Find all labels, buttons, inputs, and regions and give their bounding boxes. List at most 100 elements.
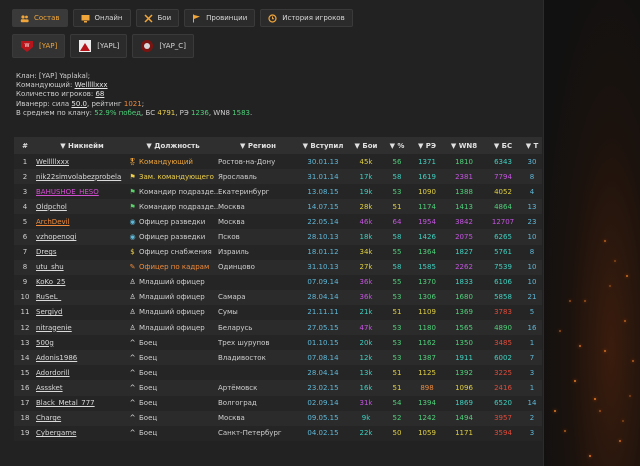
- row-number: 17: [14, 395, 36, 411]
- tab-battles[interactable]: Бои: [135, 9, 180, 27]
- player-nick[interactable]: Dregs: [36, 244, 128, 260]
- wn8-rating: 1096: [444, 380, 484, 396]
- spark-decoration: [614, 260, 616, 262]
- player-nick[interactable]: nitragenie: [36, 320, 128, 336]
- ivanerr-rating: 1021: [123, 99, 142, 108]
- main-panel: Состав Онлайн Бои Провинции История игро…: [0, 0, 544, 466]
- player-nick[interactable]: ArchDevil: [36, 214, 128, 230]
- player-role: $ Офицер снабжения: [128, 244, 218, 260]
- join-date: 30.01.13: [298, 154, 348, 170]
- role-label: Боец: [139, 399, 158, 408]
- role-label: Младший офицер: [139, 323, 205, 332]
- player-region: Сумы: [218, 304, 298, 321]
- tanks-count: 5: [522, 304, 542, 321]
- tab-online[interactable]: Онлайн: [72, 9, 131, 27]
- player-nick[interactable]: Adonis1986: [36, 350, 128, 366]
- tab-roster[interactable]: Состав: [12, 9, 68, 27]
- bs-rating: 5761: [484, 244, 522, 260]
- re-rating: 1174: [410, 199, 444, 215]
- col-header[interactable]: ▼ БС: [484, 137, 522, 154]
- player-nick[interactable]: Asssket: [36, 380, 128, 396]
- wn8-rating: 1833: [444, 274, 484, 290]
- player-nick[interactable]: Oldpchol: [36, 199, 128, 215]
- private-icon: ^: [129, 383, 136, 392]
- bs-rating: 3225: [484, 365, 522, 381]
- wn8-rating: 1494: [444, 410, 484, 426]
- player-nick[interactable]: vzhopenogi: [36, 229, 128, 245]
- spark-decoration: [559, 330, 561, 332]
- clan-button-yap[interactable]: W [YAP]: [12, 34, 66, 58]
- private-icon: ^: [129, 399, 136, 408]
- player-role: ^ Боец: [128, 395, 218, 411]
- player-nick[interactable]: Black_Metal_777: [36, 395, 128, 411]
- tab-history[interactable]: История игроков: [260, 9, 353, 27]
- ivanerr-power: 50.0: [71, 99, 87, 108]
- commander-link[interactable]: Welllllxxx: [75, 81, 108, 89]
- win-percent: 53: [384, 320, 410, 336]
- col-header[interactable]: ▼ %: [384, 137, 410, 154]
- table-row: 18 Charge ^ Боец Москва 09.05.15 9k 52 1242 1494 3…: [14, 410, 542, 426]
- clan-button-yap-c[interactable]: [YAP_C]: [132, 34, 194, 58]
- battles-count: 16k: [348, 380, 384, 396]
- join-date: 14.07.15: [298, 199, 348, 215]
- player-nick[interactable]: BAHUSHOE_HESO: [36, 184, 128, 200]
- col-header[interactable]: #: [14, 137, 36, 154]
- player-nick[interactable]: utu_shu: [36, 259, 128, 275]
- player-region: Москва: [218, 199, 298, 215]
- col-header[interactable]: ▼ Регион: [218, 137, 298, 154]
- player-count[interactable]: 68: [95, 90, 104, 98]
- table-row: 13 500g ^ Боец Трех шурупов 01.10.15 20k 53 1162…: [14, 335, 542, 351]
- col-header[interactable]: ▼ WN8: [444, 137, 484, 154]
- player-nick[interactable]: Adordorill: [36, 365, 128, 381]
- wn8-rating: 1171: [444, 425, 484, 441]
- player-nick[interactable]: KoKo_25: [36, 274, 128, 290]
- re-rating: 1306: [410, 289, 444, 305]
- role-label: Зам. командующего: [139, 172, 214, 181]
- win-percent: 52: [384, 410, 410, 426]
- junior-icon: ♙: [129, 278, 136, 287]
- join-date: 07.08.14: [298, 350, 348, 366]
- col-header[interactable]: ▼ РЭ: [410, 137, 444, 154]
- role-label: Младший офицер: [139, 308, 205, 317]
- spark-decoration: [584, 300, 586, 302]
- col-header[interactable]: ▼ Т: [522, 137, 542, 154]
- sort-icon: ▼: [417, 141, 426, 150]
- col-header[interactable]: ▼ Вступил: [298, 137, 348, 154]
- row-number: 9: [14, 274, 36, 290]
- wn8-rating: 1911: [444, 350, 484, 366]
- player-nick[interactable]: 500g: [36, 335, 128, 351]
- row-number: 16: [14, 380, 36, 396]
- player-nick[interactable]: Cybergame: [36, 425, 128, 441]
- sort-icon: ▼: [450, 141, 459, 150]
- join-date: 21.11.11: [298, 304, 348, 321]
- role-label: Офицер разведки: [139, 233, 206, 242]
- tanks-count: 10: [522, 229, 542, 245]
- player-role: ⚑ Командир подразде...: [128, 199, 218, 215]
- win-percent: 64: [384, 214, 410, 230]
- bs-rating: 4052: [484, 184, 522, 200]
- private-icon: ^: [129, 353, 136, 362]
- clan-button-yapl[interactable]: [YAPL]: [70, 34, 128, 58]
- row-number: 14: [14, 350, 36, 366]
- player-nick[interactable]: Sergiyd: [36, 304, 128, 321]
- table-row: 8 utu_shu ✎ Офицер по кадрам Одинцово 31.10.1…: [14, 259, 542, 275]
- player-nick[interactable]: nik22simvolabezprobela: [36, 169, 128, 185]
- col-header[interactable]: ▼ Должность: [128, 137, 218, 154]
- player-role: ^ Боец: [128, 425, 218, 441]
- battles-count: 9k: [348, 410, 384, 426]
- tab-provinces[interactable]: Провинции: [184, 9, 256, 27]
- player-nick[interactable]: Welllllxxx: [36, 154, 128, 170]
- roster-table: # ▼ Никнейм ▼ Должность ▼ Регион ▼ Вступ…: [14, 137, 542, 441]
- col-header[interactable]: ▼ Никнейм: [36, 137, 128, 154]
- decorative-background: [544, 0, 640, 466]
- col-header[interactable]: ▼ Бои: [348, 137, 384, 154]
- spark-decoration: [554, 410, 556, 412]
- users-icon: [20, 14, 29, 23]
- player-nick[interactable]: RuSeL_: [36, 289, 128, 305]
- flag-icon: [192, 14, 201, 23]
- player-role: ♙ Младший офицер: [128, 289, 218, 305]
- re-rating: 1585: [410, 259, 444, 275]
- role-label: Боец: [139, 338, 158, 347]
- wn8-rating: 2262: [444, 259, 484, 275]
- player-nick[interactable]: Charge: [36, 410, 128, 426]
